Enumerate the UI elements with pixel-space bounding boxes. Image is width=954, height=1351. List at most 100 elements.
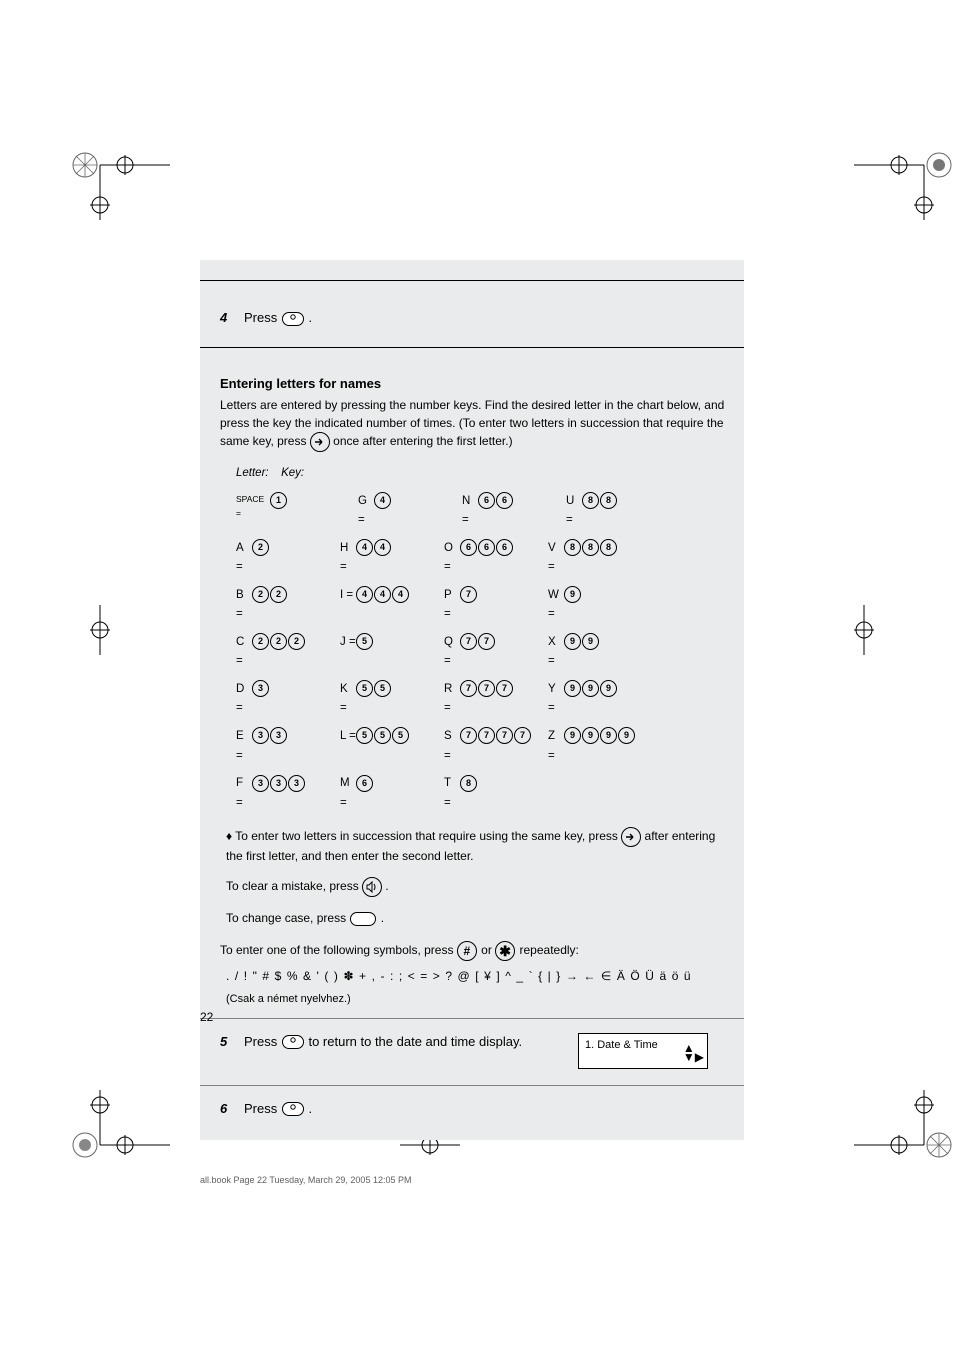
table-letter: A = — [236, 539, 252, 578]
lowercase-note: To change case, press . — [200, 901, 744, 941]
table-header-letter: Letter: — [236, 464, 281, 484]
step-6: 6 Press . — [200, 1096, 744, 1140]
crop-mark-bottom-left — [70, 1080, 130, 1140]
number-key-icon: 7 — [460, 680, 477, 697]
crop-mark-bottom-right — [854, 1080, 914, 1140]
step-5: 5 Press to return to the date and time d… — [200, 1029, 744, 1079]
number-key-icon: 4 — [374, 586, 391, 603]
step-number: 5 — [220, 1033, 244, 1051]
table-letter: N = — [462, 492, 478, 531]
number-key-icon: 6 — [460, 539, 477, 556]
number-key-icon: 2 — [270, 633, 287, 650]
table-key-seq: 7777 — [460, 727, 548, 766]
table-key-seq: 1 — [270, 492, 358, 531]
table-letter: P = — [444, 586, 460, 625]
clear-mistake-note: To clear a mistake, press . — [200, 869, 744, 901]
crop-mark-mid-left — [70, 605, 130, 665]
stop-key-icon — [282, 312, 304, 326]
letter-key-table: Letter:Key:SPACE =1G =4N =66U =88A =2H =… — [200, 462, 744, 819]
number-key-icon: 7 — [478, 727, 495, 744]
number-key-icon: 9 — [564, 633, 581, 650]
number-key-icon: 3 — [252, 680, 269, 697]
number-key-icon: 8 — [600, 539, 617, 556]
number-key-icon: 5 — [374, 727, 391, 744]
table-key-seq: 77 — [460, 633, 548, 672]
same-key-note: ♦ To enter two letters in succession tha… — [200, 819, 744, 869]
rule — [200, 347, 744, 348]
redial-key-icon — [350, 912, 376, 926]
display-line-1: 1. Date & Time — [585, 1038, 691, 1053]
number-key-icon: 9 — [582, 727, 599, 744]
number-key-icon: 9 — [618, 727, 635, 744]
table-letter: Y = — [548, 680, 564, 719]
rule — [200, 1085, 744, 1086]
table-key-seq: 66 — [478, 492, 566, 531]
number-key-icon: 2 — [252, 586, 269, 603]
page-number: 22 — [200, 1010, 213, 1024]
number-key-icon: 4 — [356, 539, 373, 556]
number-key-icon: 8 — [582, 539, 599, 556]
right-arrow-key-icon — [310, 432, 330, 452]
footer-file-info: all.book Page 22 Tuesday, March 29, 2005… — [200, 1175, 411, 1185]
table-key-seq: 33 — [252, 727, 340, 766]
number-key-icon: 9 — [564, 680, 581, 697]
number-key-icon: 6 — [478, 492, 495, 509]
table-letter: L = — [340, 727, 356, 766]
number-key-icon: 7 — [514, 727, 531, 744]
number-key-icon: 9 — [582, 633, 599, 650]
table-letter: O = — [444, 539, 460, 578]
table-header-key — [655, 464, 734, 484]
table-letter: G = — [358, 492, 374, 531]
number-key-icon: 8 — [564, 539, 581, 556]
table-header-letter — [361, 464, 406, 484]
table-key-seq: 222 — [252, 633, 340, 672]
table-letter: Q = — [444, 633, 460, 672]
page-content: 4 Press . Entering letters for names Let… — [200, 260, 744, 1140]
step-number: 6 — [220, 1100, 244, 1118]
number-key-icon: 6 — [356, 775, 373, 792]
table-letter: M = — [340, 774, 356, 813]
symbols-list: . / ! " # $ % & ' ( ) ✽ + , - : ; < = > … — [200, 963, 744, 983]
number-key-icon: 7 — [478, 680, 495, 697]
entering-letters-title: Entering letters for names — [200, 358, 744, 397]
table-key-seq: 8 — [460, 774, 548, 813]
number-key-icon: 6 — [478, 539, 495, 556]
table-key-seq: 99 — [564, 633, 652, 672]
number-key-icon: 3 — [288, 775, 305, 792]
symbols-intro: To enter one of the following symbols, p… — [200, 941, 744, 963]
crop-mark-top-right — [854, 130, 914, 190]
number-key-icon: 3 — [252, 775, 269, 792]
table-key-seq: 9 — [564, 586, 652, 625]
table-letter: X = — [548, 633, 564, 672]
table-key-seq: 999 — [564, 680, 652, 719]
number-key-icon: 2 — [252, 633, 269, 650]
number-key-icon: 9 — [564, 727, 581, 744]
number-key-icon: 4 — [392, 586, 409, 603]
step-number: 4 — [220, 309, 244, 327]
rule — [200, 1018, 744, 1019]
number-key-icon: 5 — [356, 727, 373, 744]
table-key-seq: 888 — [564, 539, 652, 578]
right-arrow-key-icon — [621, 827, 641, 847]
stop-key-icon — [282, 1035, 304, 1049]
german-only-note: (Csak a német nyelvhez.) — [200, 983, 744, 1012]
number-key-icon: 2 — [270, 586, 287, 603]
number-key-icon: 4 — [356, 586, 373, 603]
stop-key-icon — [282, 1102, 304, 1116]
table-header-letter — [485, 464, 530, 484]
table-header-key — [530, 464, 609, 484]
table-header-key — [406, 464, 485, 484]
table-letter: V = — [548, 539, 564, 578]
number-key-icon: 9 — [582, 680, 599, 697]
number-key-icon: 7 — [460, 727, 477, 744]
number-key-icon: 1 — [270, 492, 287, 509]
number-key-icon: 6 — [496, 492, 513, 509]
table-key-seq: 55 — [356, 680, 444, 719]
table-key-seq: 5 — [356, 633, 444, 672]
table-key-seq: 9999 — [564, 727, 652, 766]
table-letter: T = — [444, 774, 460, 813]
number-key-icon: 4 — [374, 539, 391, 556]
hash-key-icon: # — [457, 941, 477, 961]
number-key-icon: 2 — [252, 539, 269, 556]
number-key-icon: 5 — [374, 680, 391, 697]
